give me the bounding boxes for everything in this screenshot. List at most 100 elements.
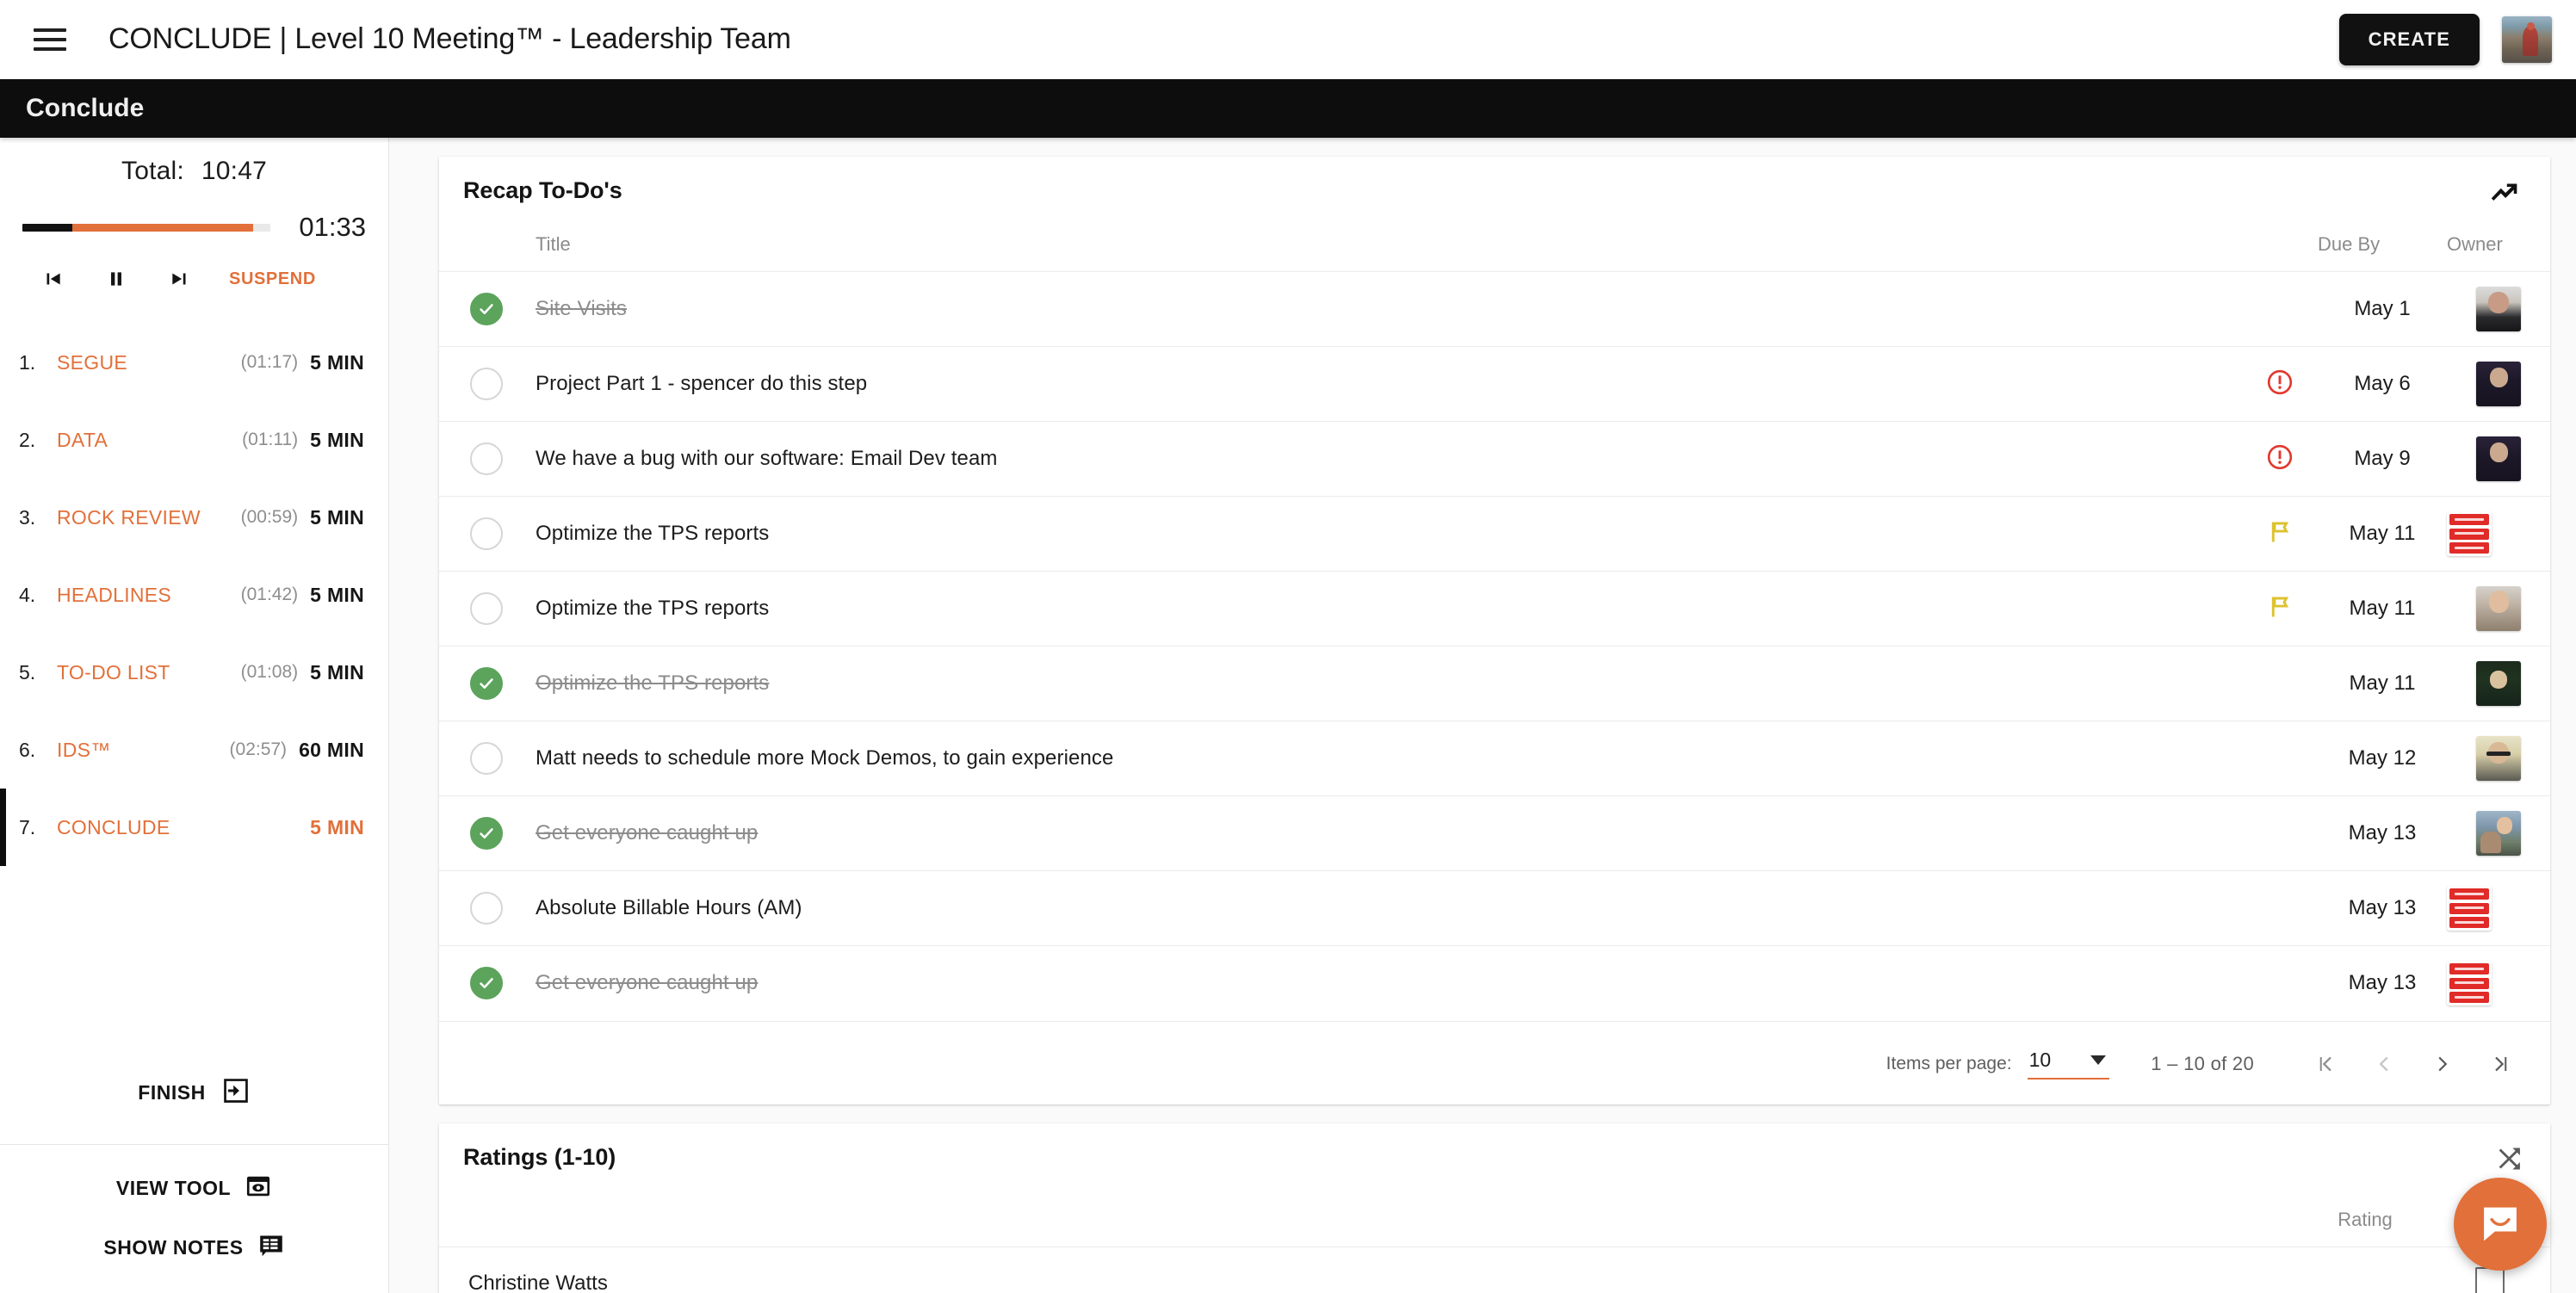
- recap-table-head: Title Due By Owner: [439, 220, 2550, 272]
- flag-icon[interactable]: [2242, 497, 2318, 572]
- table-row[interactable]: Optimize the TPS reports May 11: [439, 646, 2550, 721]
- todo-title-cell: We have a bug with our software: Email D…: [536, 422, 2242, 497]
- agenda-item-duration: 5 MIN: [310, 350, 364, 374]
- overdue-alert-icon[interactable]: [2242, 347, 2318, 422]
- agenda-item-label: TO-DO LIST: [57, 660, 170, 684]
- th-check: [439, 220, 536, 272]
- todo-title[interactable]: Absolute Billable Hours (AM): [536, 896, 802, 919]
- absent-checkbox[interactable]: [2475, 1266, 2505, 1293]
- hamburger-menu-icon[interactable]: [31, 21, 69, 59]
- unchecked-circle-icon[interactable]: [470, 892, 503, 925]
- todo-check-cell: [439, 721, 536, 796]
- recap-table-body: Site Visits May 1 Project Part 1 - spencer…: [439, 271, 2550, 1021]
- owner-avatar: [2476, 436, 2521, 481]
- user-profile-avatar[interactable]: [2502, 15, 2552, 63]
- unchecked-circle-icon[interactable]: [470, 368, 503, 400]
- todo-owner-cell: [2447, 572, 2550, 646]
- show-notes-button[interactable]: SHOW NOTES: [0, 1213, 388, 1293]
- agenda-item-rock-review[interactable]: 3. ROCK REVIEW (00:59) 5 MIN: [0, 479, 388, 556]
- todo-title[interactable]: Get everyone caught up: [536, 971, 758, 994]
- notes-speech-bubble-icon: [257, 1232, 285, 1264]
- exit-arrow-icon: [221, 1076, 251, 1110]
- agenda-item-index: 1.: [19, 350, 36, 374]
- view-tool-button[interactable]: VIEW TOOL: [0, 1145, 388, 1213]
- finish-label: FINISH: [138, 1081, 206, 1104]
- todo-title[interactable]: Optimize the TPS reports: [536, 597, 769, 620]
- todo-title[interactable]: Matt needs to schedule more Mock Demos, …: [536, 746, 1113, 770]
- finish-button[interactable]: FINISH: [0, 1054, 388, 1144]
- agenda-item-data[interactable]: 2. DATA (01:11) 5 MIN: [0, 401, 388, 479]
- agenda-item-elapsed: (01:08): [240, 662, 299, 682]
- todo-title[interactable]: Optimize the TPS reports: [536, 522, 769, 545]
- agenda-item-duration: 5 MIN: [310, 815, 364, 838]
- agenda-item-headlines[interactable]: 4. HEADLINES (01:42) 5 MIN: [0, 556, 388, 634]
- agenda-item-segue[interactable]: 1. SEGUE (01:17) 5 MIN: [0, 324, 388, 401]
- flag-icon[interactable]: [2242, 572, 2318, 646]
- ratings-card: Ratings (1-10) Rating Absent: [439, 1123, 2550, 1293]
- suspend-button[interactable]: SUSPEND: [229, 269, 316, 289]
- progress-elapsed-segment: [22, 223, 72, 232]
- pause-icon[interactable]: [84, 258, 148, 300]
- overdue-alert-icon[interactable]: [2242, 422, 2318, 497]
- table-row[interactable]: Project Part 1 - spencer do this step May…: [439, 346, 2550, 422]
- checked-circle-icon[interactable]: [470, 817, 503, 850]
- owner-avatar: [2447, 886, 2492, 931]
- agenda-item-conclude[interactable]: 7. CONCLUDE 5 MIN: [0, 789, 388, 866]
- table-row[interactable]: Optimize the TPS reports May 11: [439, 571, 2550, 646]
- next-page-icon[interactable]: [2423, 1044, 2462, 1084]
- alert-cell-empty: [2242, 871, 2318, 946]
- unchecked-circle-icon[interactable]: [470, 592, 503, 625]
- todo-title[interactable]: Get everyone caught up: [536, 821, 758, 844]
- first-page-icon[interactable]: [2306, 1044, 2345, 1084]
- checked-circle-icon[interactable]: [470, 967, 503, 1000]
- recap-card-header: Recap To-Do's: [439, 157, 2550, 220]
- meeting-progress-bar[interactable]: [22, 223, 270, 232]
- rating-value-cell[interactable]: [2300, 1247, 2430, 1293]
- unchecked-circle-icon[interactable]: [470, 517, 503, 550]
- create-button[interactable]: CREATE: [2338, 13, 2480, 65]
- checked-circle-icon[interactable]: [470, 293, 503, 325]
- table-row[interactable]: Optimize the TPS reports May 11: [439, 496, 2550, 572]
- todo-check-cell: [439, 272, 536, 347]
- agenda-item-elapsed: (02:57): [229, 739, 288, 759]
- intercom-chat-icon[interactable]: [2454, 1178, 2547, 1271]
- table-row[interactable]: We have a bug with our software: Email D…: [439, 421, 2550, 497]
- previous-page-icon[interactable]: [2364, 1044, 2404, 1084]
- unchecked-circle-icon[interactable]: [470, 742, 503, 775]
- items-per-page-select[interactable]: 10: [2027, 1049, 2110, 1080]
- agenda-item-duration: 5 MIN: [310, 505, 364, 529]
- shuffle-icon[interactable]: [2495, 1144, 2524, 1178]
- agenda-item-to-do-list[interactable]: 5. TO-DO LIST (01:08) 5 MIN: [0, 634, 388, 711]
- table-row[interactable]: Get everyone caught up May 13: [439, 795, 2550, 871]
- todo-title-cell: Site Visits: [536, 272, 2242, 347]
- agenda-item-elapsed: (01:17): [240, 352, 299, 372]
- owner-avatar: [2447, 511, 2492, 556]
- todo-title-cell: Absolute Billable Hours (AM): [536, 871, 2242, 946]
- table-row[interactable]: Get everyone caught up May 13: [439, 945, 2550, 1021]
- todo-title[interactable]: Optimize the TPS reports: [536, 671, 769, 695]
- todo-title-cell: Get everyone caught up: [536, 796, 2242, 871]
- todo-title[interactable]: We have a bug with our software: Email D…: [536, 447, 998, 470]
- skip-previous-icon[interactable]: [21, 258, 84, 300]
- checked-circle-icon[interactable]: [470, 667, 503, 700]
- table-row[interactable]: Absolute Billable Hours (AM) May 13: [439, 870, 2550, 946]
- unchecked-circle-icon[interactable]: [470, 442, 503, 475]
- view-tool-label: VIEW TOOL: [115, 1177, 232, 1199]
- agenda-item-ids[interactable]: 6. IDS™ (02:57) 60 MIN: [0, 711, 388, 789]
- owner-avatar: [2476, 661, 2521, 706]
- trending-up-icon[interactable]: [2486, 177, 2524, 214]
- agenda-item-duration: 5 MIN: [310, 583, 364, 606]
- owner-avatar: [2476, 362, 2521, 406]
- todo-due-date: May 11: [2349, 522, 2416, 545]
- todo-title[interactable]: Project Part 1 - spencer do this step: [536, 372, 867, 395]
- todo-title-cell: Matt needs to schedule more Mock Demos, …: [536, 721, 2242, 796]
- todo-title[interactable]: Site Visits: [536, 297, 627, 320]
- todo-owner-cell: [2447, 272, 2550, 347]
- table-row[interactable]: Site Visits May 1: [439, 271, 2550, 347]
- agenda-item-duration: 5 MIN: [310, 428, 364, 451]
- table-row[interactable]: Matt needs to schedule more Mock Demos, …: [439, 721, 2550, 796]
- th-due-by: Due By: [2318, 233, 2381, 255]
- skip-next-icon[interactable]: [148, 258, 212, 300]
- todo-title-cell: Optimize the TPS reports: [536, 646, 2242, 721]
- last-page-icon[interactable]: [2481, 1044, 2521, 1084]
